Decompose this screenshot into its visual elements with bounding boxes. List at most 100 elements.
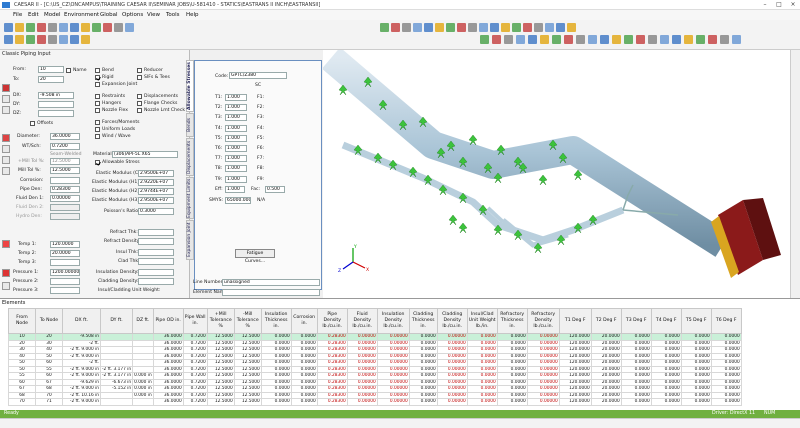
menu-environment[interactable]: Environment [64,12,99,18]
restraint-icon[interactable] [448,214,458,226]
checkbox-flange-checks[interactable] [137,101,142,106]
column-header[interactable]: From Node [8,308,36,334]
table-cell[interactable]: 120.0000 [558,398,592,406]
toolbar-tool-icon[interactable] [402,23,411,32]
element-icon[interactable] [2,84,10,92]
toolbar-tool-icon[interactable] [480,35,489,44]
table-cell[interactable]: 0.00000 [376,398,410,406]
toolbar-tool-icon[interactable] [490,23,499,32]
toolbar-tool-icon[interactable] [424,23,433,32]
toolbar-tool-icon[interactable] [81,23,90,32]
smys-input[interactable]: 65000.000 [225,197,251,204]
corrosion-input[interactable] [50,177,80,184]
toolbar-tool-icon[interactable] [545,23,554,32]
fac-input[interactable]: 0.500 [265,186,285,193]
column-header[interactable]: Cladding Thickness in. [408,308,438,334]
toolbar-tool-icon[interactable] [59,35,68,44]
column-header[interactable]: Insul/Clad Unit Weight lb./in. [466,308,498,334]
tab-expansion-joint[interactable]: Expansion Joint [186,220,194,260]
table-cell[interactable]: 0.0000 [466,398,498,406]
table-cell[interactable]: 0.00000 [526,398,560,406]
toolbar-tool-icon[interactable] [468,23,477,32]
clad-thk-input[interactable] [138,258,174,265]
menu-model[interactable]: Model [44,12,61,18]
toolbar-tool-icon[interactable] [504,35,513,44]
toolbar-tool-icon[interactable] [576,35,585,44]
t-input[interactable]: 1.000 [225,104,247,112]
to-node-input[interactable]: 20 [38,76,64,83]
pressure2-input[interactable] [50,278,80,285]
toolbar-tool-icon[interactable] [380,23,389,32]
toolbar-tool-icon[interactable] [672,35,681,44]
table-cell[interactable]: 20.0000 [590,398,622,406]
toolbar-tool-icon[interactable] [588,35,597,44]
table-cell[interactable]: 71 [35,398,63,406]
table-cell[interactable]: -2 ft. 9.000 in [62,398,101,406]
menu-options[interactable]: Options [122,12,143,18]
checkbox-reducer[interactable] [137,68,142,73]
column-header[interactable]: Cladding Density lb./cu.in. [436,308,468,334]
column-header[interactable]: -Mill Tolerance % [233,308,262,334]
wt-sch-input[interactable]: 0.7200 [50,143,80,150]
dy-input[interactable] [38,101,74,108]
column-header[interactable]: T1 Deg F [558,308,592,334]
toolbar-tool-icon[interactable] [567,23,576,32]
toolbar-tool-icon[interactable] [4,23,13,32]
table-cell[interactable]: 0.00000 [436,398,468,406]
temp3-input[interactable] [50,259,80,266]
toolbar-tool-icon[interactable] [479,23,488,32]
toolbar-tool-icon[interactable] [48,23,57,32]
column-header[interactable]: DZ ft. [132,308,154,334]
tab-allowable-stresses[interactable]: Allowable Stresses [186,60,194,112]
column-header[interactable]: T3 Deg F [620,308,652,334]
toolbar-tool-icon[interactable] [59,23,68,32]
menu-edit[interactable]: Edit [28,12,39,18]
table-row[interactable]: 70 71 -2 ft. 9.000 in 36.0000 0.7200 12.5000 1… [8,398,742,406]
checkbox-bend[interactable] [95,68,100,73]
checkbox-forces-moments[interactable] [95,120,100,125]
toolbar-tool-icon[interactable] [114,23,123,32]
column-header[interactable]: Pipe Density lb./cu.in. [316,308,348,334]
fluid-density2-input[interactable] [50,204,80,211]
column-header[interactable]: DY ft. [99,308,134,334]
table-cell[interactable] [132,398,154,406]
column-header[interactable]: T5 Deg F [680,308,712,334]
t-input[interactable]: 1.000 [225,175,247,183]
checkbox-expansion-joint[interactable] [95,82,100,87]
list-icon[interactable] [2,106,10,114]
checkbox-uniform-loads[interactable] [95,127,100,132]
toolbar-tool-icon[interactable] [720,35,729,44]
column-header[interactable]: +Mill Tolerance % [206,308,235,334]
toolbar-tool-icon[interactable] [600,35,609,44]
wall-icon[interactable] [2,156,10,164]
em-h1-input[interactable]: 2.9220E+07 [138,179,174,186]
toolbar-tool-icon[interactable] [15,35,24,44]
table-cell[interactable]: 0.28300 [316,398,348,406]
toolbar-tool-icon[interactable] [70,23,79,32]
menu-view[interactable]: View [147,12,160,18]
table-cell[interactable]: 0.0000 [290,398,318,406]
column-header[interactable]: Corrosion in. [290,308,318,334]
toolbar-tool-icon[interactable] [540,35,549,44]
main-pipe[interactable] [321,47,731,257]
wall-icon[interactable] [2,167,10,175]
table-cell[interactable]: 0.0000 [496,398,528,406]
toolbar-tool-icon[interactable] [92,23,101,32]
t-input[interactable]: 1.000 [225,94,247,101]
t-input[interactable]: 1.000 [225,165,247,173]
pressure-icon[interactable] [2,269,10,277]
diameter-input[interactable]: 36.0000 [50,133,80,140]
table-cell[interactable]: 0.00000 [346,398,378,406]
toolbar-tool-icon[interactable] [26,23,35,32]
toolbar-tool-icon[interactable] [624,35,633,44]
em-h2-input[interactable]: 2.9744E+07 [138,188,174,195]
pressure3-input[interactable] [50,287,80,294]
material-select[interactable]: (306)API-5L X65 [112,151,178,158]
toolbar-tool-icon[interactable] [15,23,24,32]
toolbar-tool-icon[interactable] [523,23,532,32]
toolbar-tool-icon[interactable] [660,35,669,44]
table-cell[interactable]: 0.0000 [650,398,682,406]
pipe-density-input[interactable]: 0.28300 [50,186,80,193]
checkbox-rigid[interactable] [95,75,100,80]
table-cell[interactable]: 0.000 in [132,385,154,393]
